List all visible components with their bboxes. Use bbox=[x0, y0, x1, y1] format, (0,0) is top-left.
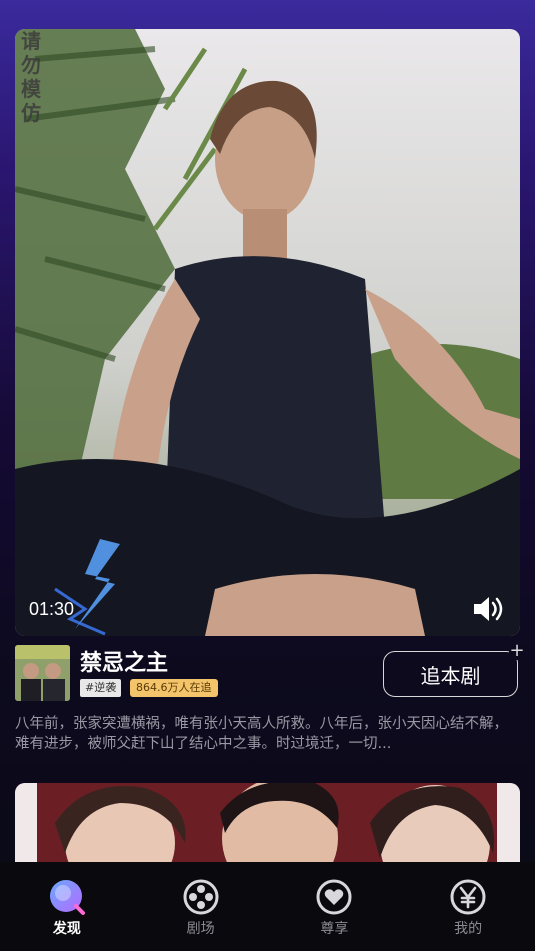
volume-icon[interactable] bbox=[472, 594, 506, 624]
discover-icon bbox=[49, 880, 85, 915]
video-timestamp: 01:30 bbox=[29, 599, 75, 619]
nav-item-theater[interactable]: 剧场 bbox=[134, 862, 268, 951]
drama-poster[interactable] bbox=[15, 645, 70, 701]
viewers-badge: 864.6万人在追 bbox=[130, 679, 218, 697]
nav-item-profile[interactable]: 我的 bbox=[401, 862, 535, 951]
plus-icon: + bbox=[509, 640, 525, 661]
yen-icon bbox=[450, 879, 486, 915]
nav-label-premium: 尊享 bbox=[320, 921, 349, 937]
next-video-card[interactable] bbox=[15, 783, 520, 873]
genre-tag[interactable]: #逆袭 bbox=[80, 679, 122, 697]
nav-label-theater: 剧场 bbox=[186, 921, 215, 937]
next-video-thumbnail bbox=[15, 783, 520, 873]
heart-icon bbox=[316, 879, 352, 915]
nav-item-discover[interactable]: 发现 bbox=[0, 862, 134, 951]
nav-label-discover: 发现 bbox=[52, 921, 81, 937]
nav-item-premium[interactable]: 尊享 bbox=[268, 862, 402, 951]
film-reel-icon bbox=[183, 879, 219, 915]
video-watermark: 请勿模仿 bbox=[21, 29, 41, 125]
video-frame bbox=[15, 29, 520, 636]
drama-info: 禁忌之主 #逆袭 864.6万人在追 追本剧 + bbox=[15, 642, 525, 701]
drama-description: 八年前，张家突遭横祸，唯有张小天高人所救。八年后，张小天因心结不解，难有进步，被… bbox=[15, 716, 508, 752]
nav-label-profile: 我的 bbox=[454, 921, 483, 937]
follow-drama-button[interactable]: 追本剧 + bbox=[383, 642, 525, 697]
follow-drama-label: 追本剧 bbox=[420, 663, 481, 688]
drama-title[interactable]: 禁忌之主 bbox=[80, 645, 168, 677]
video-player[interactable]: 请勿模仿 01:30 bbox=[15, 29, 520, 636]
bottom-navigation: 发现 剧场 尊享 我的 bbox=[0, 862, 535, 951]
